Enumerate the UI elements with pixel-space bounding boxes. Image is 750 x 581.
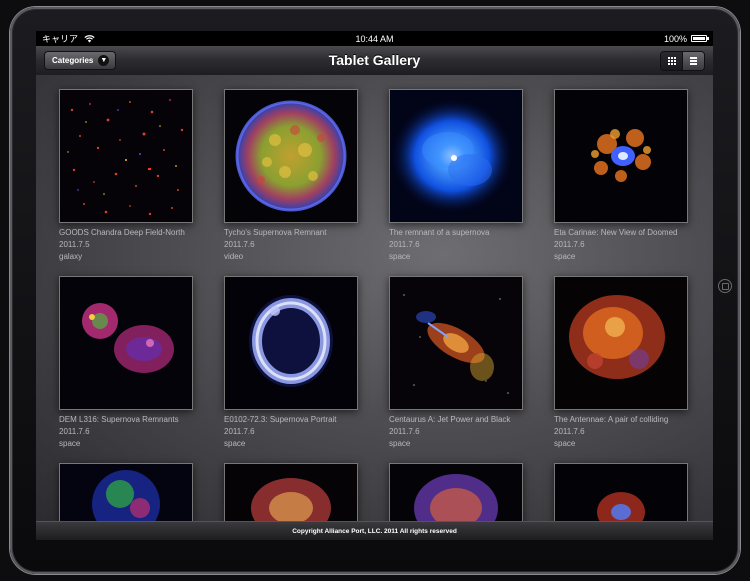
item-title: Centaurus A: Jet Power and Black <box>389 415 511 424</box>
item-date: 2011.7.6 <box>59 427 90 436</box>
item-title: Tycho's Supernova Remnant <box>224 228 327 237</box>
item-title: The Antennae: A pair of colliding <box>554 415 669 424</box>
thumbnail-image[interactable] <box>59 89 193 223</box>
item-category: space <box>554 439 576 448</box>
list-view-button[interactable] <box>682 52 704 70</box>
thumbnail-image[interactable] <box>59 463 193 521</box>
thumbnail-image[interactable] <box>59 276 193 410</box>
item-title: The remnant of a supernova <box>389 228 490 237</box>
page-title: Tablet Gallery <box>328 52 421 68</box>
footer-copyright: Copyright Alliance Port, LLC. 2011 All r… <box>36 521 713 540</box>
item-date: 2011.7.6 <box>224 427 255 436</box>
view-mode-toggle <box>660 51 705 71</box>
item-category: galaxy <box>59 252 83 261</box>
screen: キャリア 10:44 AM 100% Tablet Gallery Catego… <box>36 31 713 540</box>
item-date: 2011.7.6 <box>224 240 255 249</box>
item-category: space <box>389 252 411 261</box>
item-category: space <box>59 439 81 448</box>
thumbnail-image[interactable] <box>389 89 523 223</box>
thumbnail-image[interactable] <box>389 463 523 521</box>
item-title: Eta Carinae: New View of Doomed <box>554 228 678 237</box>
item-date: 2011.7.6 <box>389 427 420 436</box>
thumbnail-image[interactable] <box>224 463 358 521</box>
nav-bar: Tablet Gallery Categories ▼ <box>36 46 713 76</box>
item-title: E0102-72.3: Supernova Portrait <box>224 415 337 424</box>
item-date: 2011.7.6 <box>554 427 585 436</box>
item-date: 2011.7.6 <box>554 240 585 249</box>
carrier-label: キャリア <box>42 34 79 44</box>
wifi-icon <box>84 34 95 42</box>
item-date: 2011.7.6 <box>389 240 420 249</box>
status-time: 10:44 AM <box>355 33 394 44</box>
thumbnail-image[interactable] <box>554 89 688 223</box>
categories-label: Categories <box>52 56 94 65</box>
item-title: DEM L316: Supernova Remnants <box>59 415 179 424</box>
item-category: video <box>224 252 244 261</box>
grid-view-button[interactable] <box>661 52 682 70</box>
item-date: 2011.7.5 <box>59 240 90 249</box>
battery-percent: 100% <box>663 33 687 44</box>
categories-button[interactable]: Categories ▼ <box>44 51 117 70</box>
thumbnail-image[interactable] <box>224 89 358 223</box>
list-icon <box>690 57 697 65</box>
item-title: GOODS Chandra Deep Field-North <box>59 228 185 237</box>
battery-icon <box>691 35 709 42</box>
chevron-down-icon: ▼ <box>98 55 110 66</box>
thumbnail-image[interactable] <box>224 276 358 410</box>
item-category: space <box>224 439 246 448</box>
item-category: space <box>554 252 576 261</box>
home-button[interactable] <box>718 279 732 293</box>
thumbnail-image[interactable] <box>389 276 523 410</box>
status-bar: キャリア 10:44 AM 100% <box>36 31 713 46</box>
grid-icon <box>667 57 676 65</box>
item-category: space <box>389 439 411 448</box>
thumbnail-image[interactable] <box>554 276 688 410</box>
gallery-grid: GOODS Chandra Deep Field-North 2011.7.5 … <box>36 75 713 521</box>
thumbnail-image[interactable] <box>554 463 688 521</box>
